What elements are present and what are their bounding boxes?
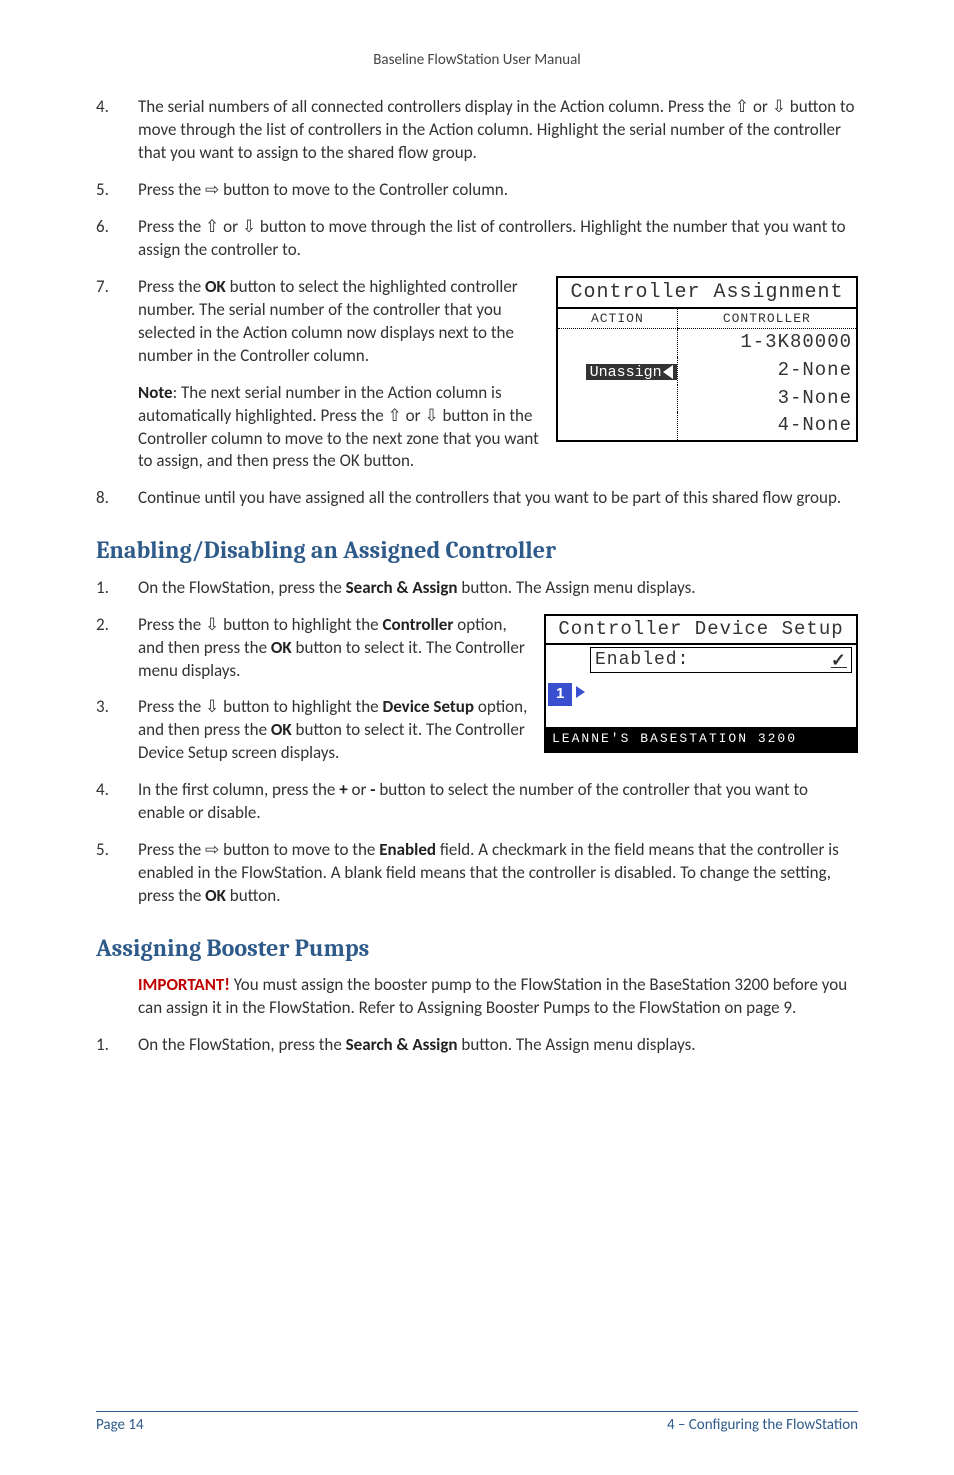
step-b2: 2. Press the ⇩ button to highlight the C… bbox=[96, 614, 858, 683]
step-text: button to move to the Controller column. bbox=[219, 179, 508, 200]
step-7: 7. Press the OK button to select the hig… bbox=[96, 276, 858, 368]
step-b3: 3. Press the ⇩ button to highlight the D… bbox=[96, 696, 858, 765]
step-5: 5. Press the ⇨ button to move to the Con… bbox=[96, 179, 858, 202]
action-cell bbox=[558, 412, 677, 440]
footer-left: Page 14 bbox=[96, 1415, 144, 1435]
step-text: On the FlowStation, press the bbox=[138, 577, 346, 598]
step-b1: 1. On the FlowStation, press the Search … bbox=[96, 577, 858, 600]
search-assign-label: Search & Assign bbox=[346, 577, 458, 598]
step-4: 4. The serial numbers of all connected c… bbox=[96, 96, 858, 165]
step-text: Continue until you have assigned all the… bbox=[138, 487, 841, 508]
step-number: 7. bbox=[96, 276, 109, 299]
search-assign-label: Search & Assign bbox=[346, 1034, 458, 1055]
device-setup-label: Device Setup bbox=[382, 696, 474, 717]
step-text: button. bbox=[226, 885, 281, 906]
step-8: 8. Continue until you have assigned all … bbox=[96, 487, 858, 510]
step-number: 4. bbox=[96, 779, 109, 802]
up-arrow-icon: ⇧ bbox=[388, 406, 402, 425]
step-number: 5. bbox=[96, 839, 109, 862]
steps-group-a-cont: 7. Press the OK button to select the hig… bbox=[96, 276, 858, 368]
controller-cell: 3-None bbox=[677, 385, 856, 413]
steps-group-c: 1. On the FlowStation, press the Search … bbox=[96, 1034, 858, 1057]
footer-right: 4 – Configuring the FlowStation bbox=[667, 1415, 858, 1435]
ok-label: OK bbox=[271, 719, 292, 740]
step-text: button to highlight the bbox=[219, 614, 382, 635]
step-c1: 1. On the FlowStation, press the Search … bbox=[96, 1034, 858, 1057]
action-cell bbox=[558, 385, 677, 413]
down-arrow-icon: ⇩ bbox=[205, 615, 219, 634]
section-heading-booster: Assigning Booster Pumps bbox=[96, 932, 858, 964]
important-block: IMPORTANT! You must assign the booster p… bbox=[96, 974, 858, 1020]
step-text: Press the bbox=[138, 179, 205, 200]
step-text: Press the bbox=[138, 216, 205, 237]
page-header: Baseline FlowStation User Manual bbox=[96, 50, 858, 70]
step-text: or bbox=[749, 96, 772, 117]
step-text: Press the bbox=[138, 696, 205, 717]
step-text: In the first column, press the bbox=[138, 779, 339, 800]
down-arrow-icon: ⇩ bbox=[205, 697, 219, 716]
page-footer: Page 14 4 – Configuring the FlowStation bbox=[96, 1411, 858, 1435]
steps-group-b-end: 5. Press the ⇨ button to move to the Ena… bbox=[96, 839, 858, 908]
note-label: Note bbox=[138, 382, 173, 403]
step-text: button. The Assign menu displays. bbox=[458, 1034, 696, 1055]
up-arrow-icon: ⇧ bbox=[735, 97, 749, 116]
important-label: IMPORTANT! bbox=[138, 974, 230, 995]
step-text: or bbox=[348, 779, 371, 800]
ok-label: OK bbox=[205, 276, 226, 297]
page-body: 4. The serial numbers of all connected c… bbox=[96, 96, 858, 1057]
steps-group-a: 4. The serial numbers of all connected c… bbox=[96, 96, 858, 262]
controller-cell: 4-None bbox=[677, 412, 856, 440]
section-heading-enabling: Enabling/Disabling an Assigned Controlle… bbox=[96, 534, 858, 566]
important-text: You must assign the booster pump to the … bbox=[138, 974, 847, 1018]
step-number: 6. bbox=[96, 216, 109, 239]
plus-label: + bbox=[339, 779, 347, 800]
down-arrow-icon: ⇩ bbox=[242, 217, 256, 236]
step-b4: 4. In the first column, press the + or -… bbox=[96, 779, 858, 825]
step-text: Press the bbox=[138, 276, 205, 297]
down-arrow-icon: ⇩ bbox=[424, 406, 438, 425]
right-arrow-icon: ⇨ bbox=[205, 840, 219, 859]
step-b5: 5. Press the ⇨ button to move to the Ena… bbox=[96, 839, 858, 908]
right-arrow-icon: ⇨ bbox=[205, 180, 219, 199]
controller-label: Controller bbox=[382, 614, 453, 635]
step-text: button to highlight the bbox=[219, 696, 382, 717]
step-text: On the FlowStation, press the bbox=[138, 1034, 346, 1055]
ok-label: OK bbox=[205, 885, 226, 906]
enabled-label: Enabled bbox=[379, 839, 436, 860]
step-number: 1. bbox=[96, 1034, 109, 1057]
step-text: button. The Assign menu displays. bbox=[458, 577, 696, 598]
step-6: 6. Press the ⇧ or ⇩ button to move throu… bbox=[96, 216, 858, 262]
note-text: or bbox=[402, 405, 425, 426]
step-number: 5. bbox=[96, 179, 109, 202]
up-arrow-icon: ⇧ bbox=[205, 217, 219, 236]
step-number: 3. bbox=[96, 696, 109, 719]
step-number: 1. bbox=[96, 577, 109, 600]
step-text: or bbox=[219, 216, 242, 237]
step-text: Press the bbox=[138, 614, 205, 635]
steps-group-b: 1. On the FlowStation, press the Search … bbox=[96, 577, 858, 600]
step-number: 8. bbox=[96, 487, 109, 510]
step-number: 2. bbox=[96, 614, 109, 637]
step-text: button to move to the bbox=[219, 839, 379, 860]
step-number: 4. bbox=[96, 96, 109, 119]
steps-group-a-end: 8. Continue until you have assigned all … bbox=[96, 487, 858, 510]
steps-group-b-cont: 2. Press the ⇩ button to highlight the C… bbox=[96, 614, 858, 826]
down-arrow-icon: ⇩ bbox=[772, 97, 786, 116]
step-text: Press the bbox=[138, 839, 205, 860]
ok-label: OK bbox=[271, 637, 292, 658]
step-text: The serial numbers of all connected cont… bbox=[138, 96, 735, 117]
